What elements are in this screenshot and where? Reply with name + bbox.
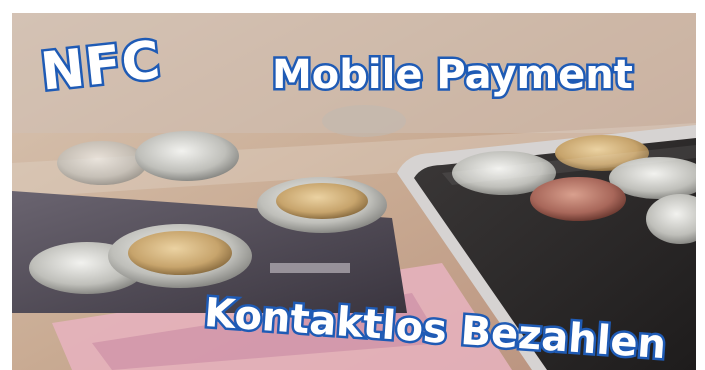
caption-mobile-payment: Mobile Payment (270, 50, 636, 101)
image-frame: NFC Mobile Payment Kontaktlos Bezahlen (0, 0, 705, 370)
caption-nfc: NFC (35, 28, 166, 105)
